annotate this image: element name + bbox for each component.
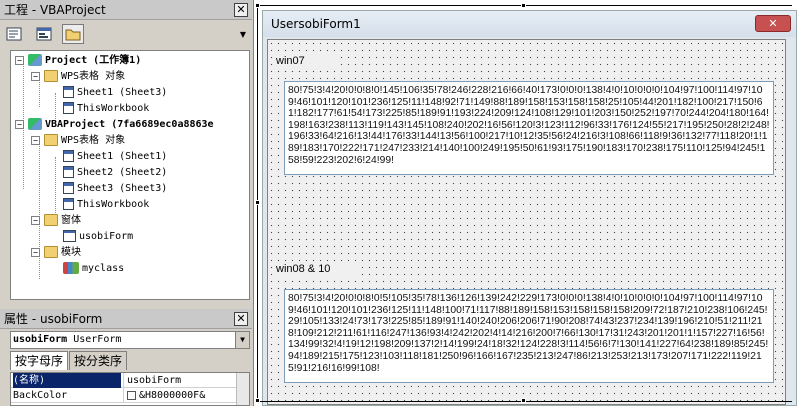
properties-tabs: 按字母序 按分类序 [10,351,128,371]
property-name: (名称) [13,373,121,388]
properties-scrollbar[interactable] [236,373,249,405]
collapse-icon[interactable]: − [31,135,40,145]
tree-item-sheet[interactable]: Sheet1 (Sheet1) [63,149,167,165]
workbook-icon [63,198,74,210]
worksheet-icon [63,182,74,194]
tree-item-label: usobiForm [79,231,134,242]
tree-item-thisworkbook[interactable]: ThisWorkbook [63,197,149,213]
color-swatch [127,390,136,400]
tree-item-modules-folder[interactable]: − 模块 [31,245,81,261]
view-code-button[interactable] [3,24,25,44]
project-tree: − Project (工作簿1) − WPS表格 对象 Sheet1 (Sheet3… [10,50,250,300]
property-value[interactable]: &H8000000F& [123,388,235,403]
label-win07[interactable]: win07 [276,55,336,69]
project-pane-title: 工程 - VBAProject [4,3,106,17]
properties-grid: (名称) usobiForm BackColor &H8000000F& [10,372,250,406]
property-row[interactable]: (名称) usobiForm [11,373,249,388]
resize-handle[interactable] [255,3,260,8]
userform-canvas[interactable]: win07 80!75!3!4!20!0!0!8!0!145!106!35!78… [267,39,786,405]
tree-item-label: Sheet1 (Sheet1) [77,151,168,162]
tree-item-project[interactable]: − Project (工作簿1) [15,53,141,69]
tree-item-label: WPS表格 对象 [61,71,126,82]
resize-handle[interactable] [521,3,526,8]
chevron-down-icon[interactable]: ▼ [240,30,246,39]
project-pane-close-button[interactable]: ✕ [234,3,248,17]
folder-icon [44,70,58,82]
worksheet-icon [63,166,74,178]
tree-item-sheet[interactable]: Sheet3 (Sheet3) [63,181,167,197]
folder-icon [44,134,58,146]
properties-pane-close-button[interactable]: ✕ [234,312,248,326]
folder-icon [44,246,58,258]
tree-item-wps-objects[interactable]: − WPS表格 对象 [31,133,125,149]
project-toolbar: ▼ [0,20,252,48]
tree-item-usobiform[interactable]: usobiForm [63,229,133,245]
vba-project-icon [28,54,42,66]
folder-icon [44,214,58,226]
property-value-text: &H8000000F& [139,390,206,401]
userform-titlebar: UsersobiForm1 ✕ [263,11,796,37]
view-object-icon [36,27,51,41]
left-dock: 工程 - VBAProject ✕ ▼ − Project (工作簿1) − WPS… [0,0,252,406]
tree-connector [23,125,24,189]
chevron-down-icon[interactable]: ▼ [235,332,249,348]
property-value[interactable]: usobiForm [123,373,235,388]
tree-item-label: WPS表格 对象 [61,135,126,146]
collapse-icon[interactable]: − [15,119,24,129]
property-row[interactable]: BackColor &H8000000F& [11,388,249,403]
property-name: BackColor [13,390,68,401]
label-win08-10[interactable]: win08 & 10 [276,263,356,277]
object-type: UserForm [73,334,122,345]
userform-title: UsersobiForm1 [271,17,361,31]
properties-pane-titlebar: 属性 - usobiForm ✕ [0,309,252,329]
toggle-folders-button[interactable] [62,24,84,44]
tree-item-forms-folder[interactable]: − 窗体 [31,213,81,229]
textbox-win07[interactable]: 80!75!3!4!20!0!0!8!0!145!106!35!78!246!2… [284,81,774,175]
view-object-button[interactable] [33,24,55,44]
tree-connector [55,157,56,219]
collapse-icon[interactable]: − [31,215,40,225]
tree-item-sheet[interactable]: Sheet1 (Sheet3) [63,85,167,101]
tree-item-label: ThisWorkbook [77,199,150,210]
tree-item-label: 模块 [61,247,81,258]
tab-alphabetic[interactable]: 按字母序 [10,351,69,370]
tree-item-label: 窗体 [61,215,81,226]
module-icon [63,262,79,274]
tree-item-label: Project (工作簿1) [45,55,142,66]
worksheet-icon [63,86,74,98]
tree-item-thisworkbook[interactable]: ThisWorkbook [63,101,149,117]
resize-handle[interactable] [255,200,260,205]
tree-item-label: ThisWorkbook [77,103,150,114]
object-selector[interactable]: usobiForm UserForm ▼ [10,331,250,349]
collapse-icon[interactable]: − [31,71,40,81]
properties-pane-title: 属性 - usobiForm [4,312,103,326]
tree-connector [23,61,24,121]
tree-item-vbaproject[interactable]: − VBAProject (7fa6689ec0a8863e [15,117,214,133]
tree-item-sheet[interactable]: Sheet2 (Sheet2) [63,165,167,181]
object-name: usobiForm [13,334,68,345]
workbook-icon [63,102,74,114]
tab-categorized[interactable]: 按分类序 [69,351,128,370]
view-code-icon [6,27,22,41]
project-pane-titlebar: 工程 - VBAProject ✕ [0,0,252,20]
tree-item-wps-objects[interactable]: − WPS表格 对象 [31,69,125,85]
tree-item-label: myclass [82,263,125,274]
vba-project-icon [28,118,42,130]
collapse-icon[interactable]: − [31,247,40,257]
tree-item-label: Sheet3 (Sheet3) [77,183,168,194]
userform-window[interactable]: UsersobiForm1 ✕ win07 80!75!3!4!20!0!0!8… [262,10,797,406]
textbox-win08-10[interactable]: 80!75!3!4!20!0!0!8!0!5!105!35!78!136!126… [284,289,774,383]
toggle-folders-icon [65,29,81,41]
tree-item-label: Sheet2 (Sheet2) [77,167,168,178]
tree-item-myclass[interactable]: myclass [63,261,124,277]
tree-item-label: Sheet1 (Sheet3) [77,87,168,98]
tree-item-label: VBAProject (7fa6689ec0a8863e [45,119,214,130]
userform-close-button[interactable]: ✕ [755,15,791,32]
collapse-icon[interactable]: − [15,55,24,65]
resize-handle[interactable] [255,398,260,403]
userform-icon [63,230,76,242]
worksheet-icon [63,150,74,162]
resize-handle[interactable] [521,398,526,403]
